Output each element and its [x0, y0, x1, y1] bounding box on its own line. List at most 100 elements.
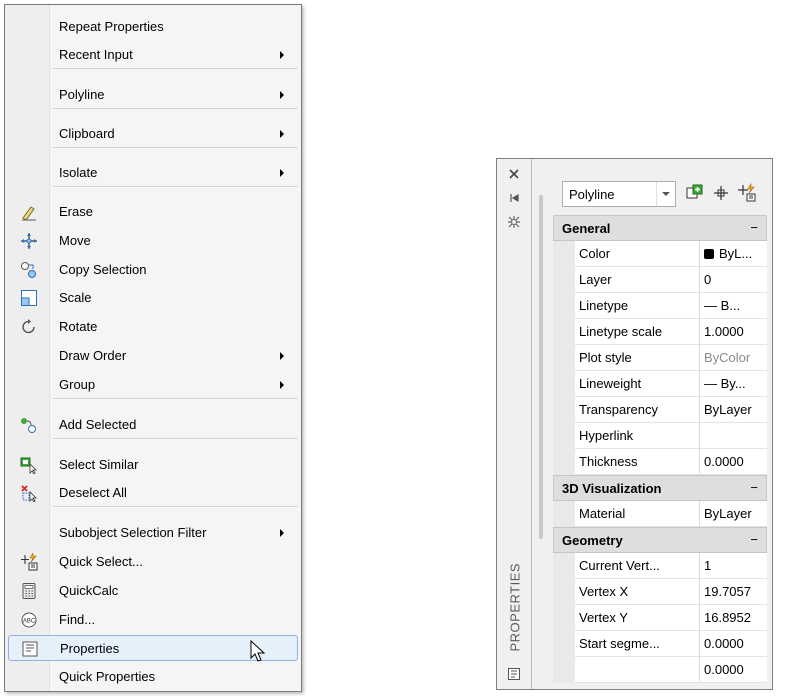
property-row[interactable]: Linetype — B...	[553, 293, 767, 319]
eraser-icon	[22, 206, 36, 221]
property-row[interactable]: Start segme... 0.0000	[553, 631, 767, 657]
submenu-arrow-icon	[280, 352, 284, 360]
menu-item-clipboard[interactable]: Clipboard	[8, 121, 298, 147]
grid-scrollbar[interactable]	[539, 195, 543, 539]
column-divider	[699, 397, 700, 423]
submenu-arrow-icon	[280, 130, 284, 138]
menu-item-repeat-properties[interactable]: Repeat Properties	[8, 14, 298, 40]
column-divider	[699, 631, 700, 657]
menu-item-draw-order[interactable]: Draw Order	[8, 343, 298, 369]
row-indent	[553, 579, 575, 605]
auto-hide-icon[interactable]	[507, 191, 521, 205]
menu-item-label: QuickCalc	[59, 583, 119, 598]
menu-item-isolate[interactable]: Isolate	[8, 160, 298, 186]
property-value[interactable]: ByColor	[704, 350, 766, 365]
menu-item-scale[interactable]: Scale	[8, 285, 298, 311]
submenu-arrow-icon	[280, 91, 284, 99]
menu-item-rotate[interactable]: Rotate	[8, 314, 298, 340]
menu-item-group[interactable]: Group	[8, 372, 298, 398]
property-value[interactable]: 0.0000	[704, 662, 766, 677]
property-value[interactable]: 0.0000	[704, 454, 766, 469]
property-value-text: 0.0000	[704, 662, 744, 677]
submenu-arrow-icon	[280, 381, 284, 389]
property-row[interactable]: Hyperlink	[553, 423, 767, 449]
property-row[interactable]: Thickness 0.0000	[553, 449, 767, 475]
menu-item-quick-select[interactable]: Quick Select...	[8, 549, 298, 575]
object-type-select[interactable]: Polyline	[562, 181, 676, 207]
property-value[interactable]: — By...	[704, 376, 766, 391]
property-value[interactable]: ByLayer	[704, 506, 766, 521]
row-indent	[553, 605, 575, 631]
property-value[interactable]: ByLayer	[704, 402, 766, 417]
property-row[interactable]: Current Vert... 1	[553, 553, 767, 579]
property-name: Color	[579, 246, 611, 261]
category-general[interactable]: General −	[553, 215, 767, 241]
select-objects-icon[interactable]	[711, 183, 731, 203]
submenu-arrow-icon	[280, 169, 284, 177]
property-value[interactable]: ByL...	[704, 246, 766, 261]
quick-select-icon[interactable]	[737, 183, 757, 203]
menu-item-subobject-selection-filter[interactable]: Subobject Selection Filter	[8, 520, 298, 546]
category-geometry[interactable]: Geometry −	[553, 527, 767, 553]
menu-item-add-selected[interactable]: Add Selected	[8, 412, 298, 438]
row-indent	[553, 397, 575, 423]
property-row[interactable]: Linetype scale 1.0000	[553, 319, 767, 345]
property-value[interactable]: 1.0000	[704, 324, 766, 339]
property-row[interactable]: Vertex Y 16.8952	[553, 605, 767, 631]
menu-item-label: Repeat Properties	[59, 19, 164, 34]
property-name: Material	[579, 506, 626, 521]
menu-item-quickcalc[interactable]: QuickCalc	[8, 578, 298, 604]
menu-item-label: Draw Order	[59, 348, 127, 363]
row-indent	[553, 267, 575, 293]
column-divider	[699, 241, 700, 267]
property-row[interactable]: Lineweight — By...	[553, 371, 767, 397]
property-value[interactable]: 0	[704, 272, 766, 287]
collapse-toggle[interactable]: −	[750, 480, 758, 495]
property-row[interactable]: Transparency ByLayer	[553, 397, 767, 423]
property-row[interactable]: 0.0000	[553, 657, 767, 683]
property-row[interactable]: Color ByL...	[553, 241, 767, 267]
settings-icon[interactable]	[507, 215, 521, 229]
menu-item-deselect-all[interactable]: Deselect All	[8, 480, 298, 506]
property-row[interactable]: Layer 0	[553, 267, 767, 293]
menu-item-move[interactable]: Move	[8, 228, 298, 254]
property-row[interactable]: Material ByLayer	[553, 501, 767, 527]
collapse-toggle[interactable]: −	[750, 220, 758, 235]
property-name: Linetype scale	[579, 324, 663, 339]
property-value[interactable]: 0.0000	[704, 636, 766, 651]
row-indent	[553, 293, 575, 319]
properties-palette: PROPERTIES Polyline General − Color ByL... L…	[496, 158, 773, 690]
property-row[interactable]: Vertex X 19.7057	[553, 579, 767, 605]
properties-icon[interactable]	[507, 667, 521, 681]
close-icon[interactable]	[507, 167, 521, 181]
property-value[interactable]: — B...	[704, 298, 766, 313]
menu-item-label: Copy Selection	[59, 262, 147, 277]
menu-item-find[interactable]: ABC Find...	[8, 607, 298, 633]
category-3d-visualization[interactable]: 3D Visualization −	[553, 475, 767, 501]
column-divider	[699, 293, 700, 319]
menu-item-select-similar[interactable]: Select Similar	[8, 452, 298, 478]
property-row[interactable]: Plot style ByColor	[553, 345, 767, 371]
menu-separator	[53, 108, 298, 109]
row-indent	[553, 553, 575, 579]
menu-item-label: Recent Input	[59, 47, 133, 62]
menu-item-copy-selection[interactable]: Copy Selection	[8, 257, 298, 283]
property-name: Lineweight	[579, 376, 642, 391]
menu-item-erase[interactable]: Erase	[8, 199, 298, 225]
property-value[interactable]: 1	[704, 558, 766, 573]
menu-item-polyline[interactable]: Polyline	[8, 82, 298, 108]
property-value[interactable]: 16.8952	[704, 610, 766, 625]
menu-item-label: Move	[59, 233, 91, 248]
menu-separator	[53, 438, 298, 439]
column-divider	[699, 319, 700, 345]
menu-item-quick-properties[interactable]: Quick Properties	[8, 664, 298, 690]
property-name: Linetype	[579, 298, 629, 313]
collapse-toggle[interactable]: −	[750, 532, 758, 547]
property-value[interactable]: 19.7057	[704, 584, 766, 599]
palette-title-bar: PROPERTIES	[497, 159, 532, 689]
toggle-pickadd-icon[interactable]	[685, 183, 705, 203]
category-title: Geometry	[562, 533, 623, 548]
menu-item-recent-input[interactable]: Recent Input	[8, 42, 298, 68]
chevron-down-icon[interactable]	[656, 182, 675, 206]
property-value-text: 19.7057	[704, 584, 751, 599]
